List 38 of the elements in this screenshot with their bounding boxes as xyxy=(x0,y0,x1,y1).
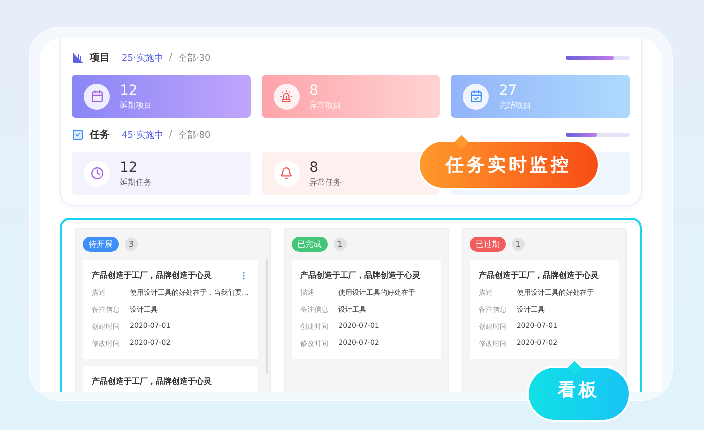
count-badge: 1 xyxy=(334,238,347,250)
count-badge: 1 xyxy=(512,238,525,250)
task-card[interactable]: 产品创造于工厂，品牌创造于心灵 xyxy=(83,366,258,392)
separator: / xyxy=(169,53,172,63)
bar-chart-icon xyxy=(72,52,84,64)
bell-icon xyxy=(280,167,294,180)
count-badge: 3 xyxy=(125,238,138,250)
progress-bar xyxy=(566,133,630,137)
task-title: 产品创造于工厂，品牌创造于心灵 xyxy=(92,376,212,387)
clock-icon xyxy=(90,167,104,180)
stat-value: 8 xyxy=(310,160,320,176)
calendar-check-icon xyxy=(470,90,483,103)
total-count: 全部·30 xyxy=(178,52,211,64)
status-tag: 已过期 xyxy=(470,236,506,252)
stat-label: 异常项目 xyxy=(310,100,342,110)
total-count: 全部·80 xyxy=(178,130,211,142)
active-count: 25·实施中 xyxy=(122,52,164,64)
stat-label: 异常任务 xyxy=(310,176,342,188)
stat-value: 8 xyxy=(310,82,320,98)
siren-icon xyxy=(280,90,294,103)
stat-value: 27 xyxy=(499,82,518,98)
checkbox-icon xyxy=(72,129,84,141)
stat-label: 延期项目 xyxy=(120,100,152,110)
status-tag: 已完成 xyxy=(292,236,328,252)
progress-bar xyxy=(566,56,630,60)
active-count: 45·实施中 xyxy=(122,130,164,142)
stat-value: 12 xyxy=(120,160,139,176)
section-title: 项目 xyxy=(90,52,110,65)
task-title: 产品创造于工厂，品牌创造于心灵 xyxy=(92,270,212,281)
stat-value: 12 xyxy=(120,82,139,98)
stat-label: 完结项目 xyxy=(499,100,532,110)
task-title: 产品创造于工厂，品牌创造于心灵 xyxy=(478,270,599,281)
status-tag: 待开展 xyxy=(83,236,119,252)
separator: / xyxy=(169,130,172,140)
section-title: 任务 xyxy=(90,128,110,142)
task-title: 产品创造于工厂，品牌创造于心灵 xyxy=(300,270,421,281)
stat-label: 延期任务 xyxy=(120,176,152,188)
calendar-icon xyxy=(90,90,104,103)
